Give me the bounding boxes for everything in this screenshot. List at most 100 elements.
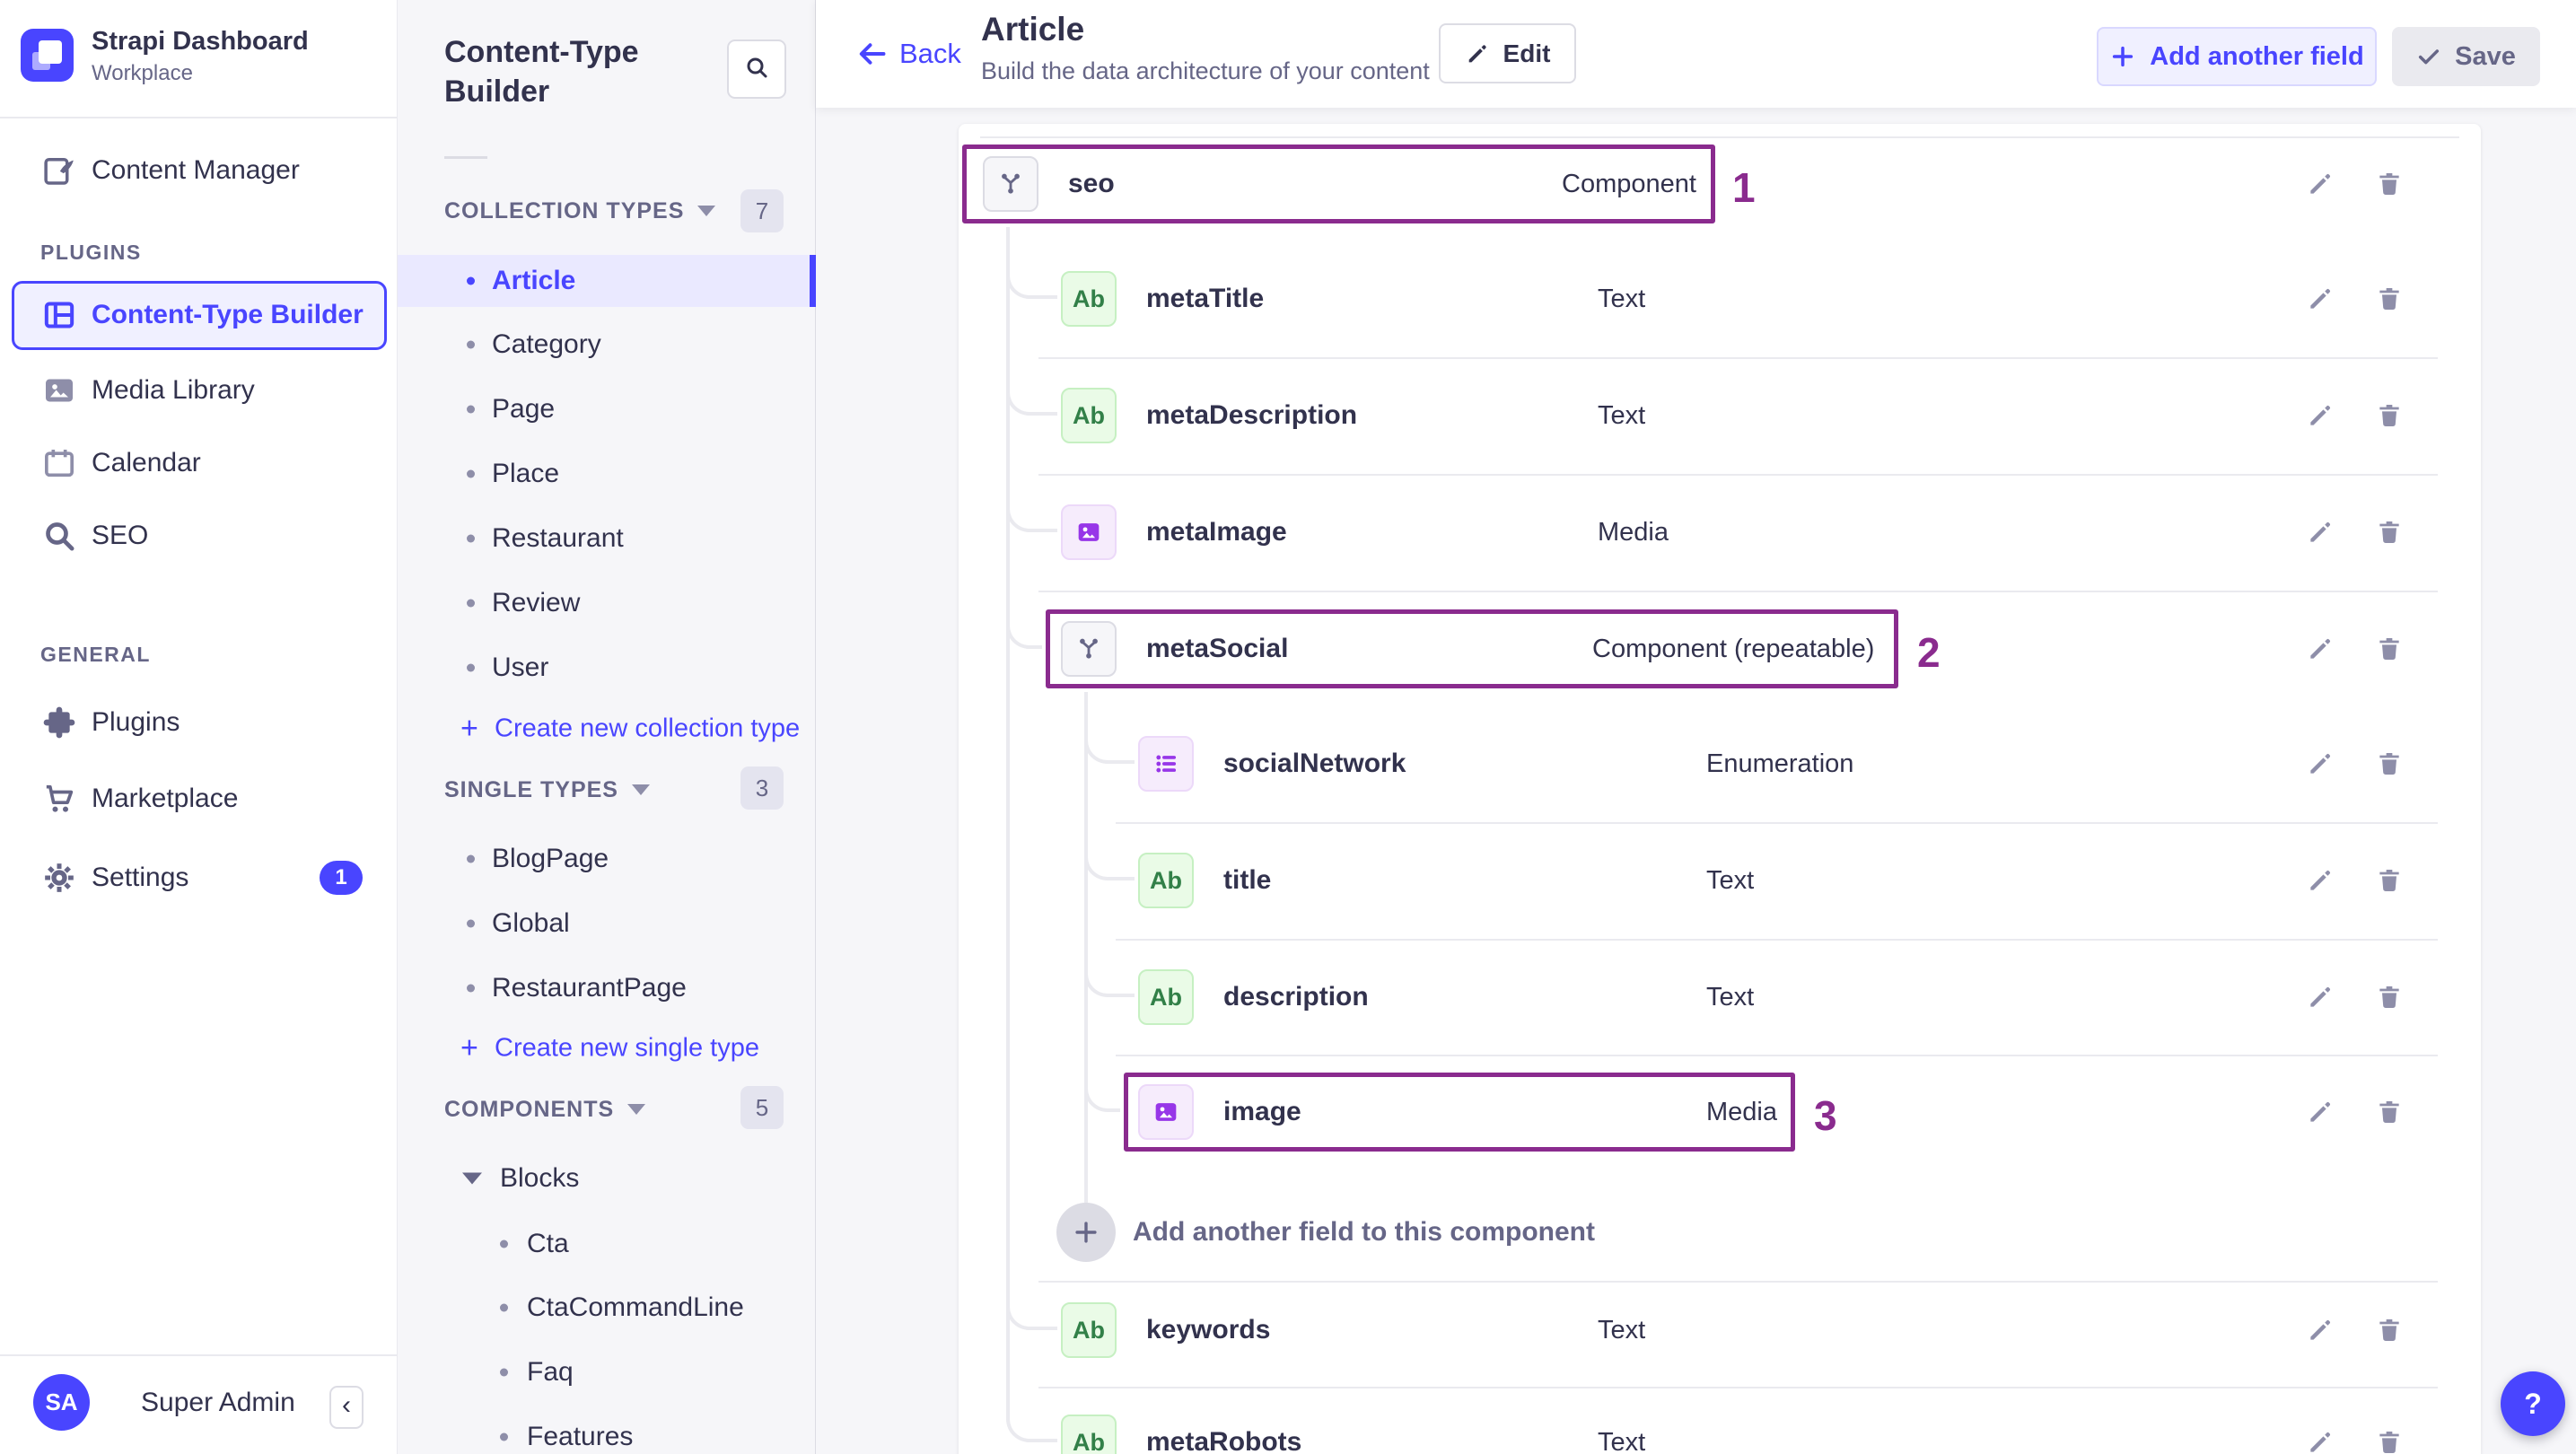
component-ctacommandline[interactable]: CtaCommandLine [398,1282,816,1334]
trash-icon [2379,288,2399,310]
save-button[interactable]: Save [2392,27,2540,86]
collection-type-user[interactable]: User [398,642,816,694]
add-component-field-button[interactable] [1056,1203,1116,1262]
add-component-field-label[interactable]: Add another field to this component [1133,1217,1595,1248]
edit-label: Edit [1503,39,1551,67]
edit-field-button[interactable] [2300,977,2340,1017]
edit-field-button[interactable] [2300,164,2340,204]
pencil-icon [2310,754,2330,774]
section-heading-label: SINGLE TYPES [444,776,618,802]
collapse-sidebar-button[interactable]: ‹ [329,1386,364,1429]
bullet-icon [467,534,475,543]
text-field-icon: Ab [1061,388,1117,443]
item-label: RestaurantPage [492,973,687,1003]
list-top-border [980,136,2459,138]
create-collection-type-link[interactable]: + Create new collection type [398,703,816,755]
general-section-heading: GENERAL [40,643,151,666]
sidebar-item-label: Calendar [92,448,201,477]
component-faq[interactable]: Faq [398,1346,816,1398]
sidebar-item-calendar[interactable]: Calendar [0,427,398,499]
delete-field-button[interactable] [2370,512,2409,552]
delete-field-button[interactable] [2370,164,2409,204]
row-divider [1038,591,2438,592]
components-heading[interactable]: COMPONENTS [444,1089,646,1130]
edit-field-button[interactable] [2300,396,2340,435]
plus-icon: + [460,711,478,746]
bullet-icon [500,1432,508,1441]
bullet-icon [500,1239,508,1248]
chevron-down-icon [631,784,650,795]
sidebar-item-label: Marketplace [92,784,239,813]
edit-button[interactable]: Edit [1439,23,1576,83]
add-another-field-button[interactable]: Add another field [2097,27,2377,86]
edit-field-button[interactable] [2300,629,2340,669]
edit-field-button[interactable] [2300,1423,2340,1454]
item-label: Global [492,908,570,938]
sidebar-item-media-library[interactable]: Media Library [0,355,398,426]
collection-types-heading[interactable]: COLLECTION TYPES [444,190,716,232]
single-type-global[interactable]: Global [398,898,816,950]
edit-field-button[interactable] [2300,512,2340,552]
sidebar-item-content-manager[interactable]: Content Manager [0,135,398,206]
edit-field-button[interactable] [2300,1092,2340,1132]
field-name: metaSocial [1146,634,1289,663]
active-indicator [810,255,816,307]
create-single-type-link[interactable]: + Create new single type [398,1022,816,1074]
delete-field-button[interactable] [2370,1310,2409,1350]
field-row-image: image Media [959,1073,2481,1152]
save-label: Save [2455,41,2516,71]
single-type-blogpage[interactable]: BlogPage [398,833,816,885]
field-type: Media [1706,1098,1777,1126]
sidebar-item-label: Media Library [92,375,255,405]
search-button[interactable] [727,39,786,99]
edit-field-button[interactable] [2300,1310,2340,1350]
edit-field-button[interactable] [2300,744,2340,784]
plus-icon: + [460,1030,478,1065]
delete-field-button[interactable] [2370,279,2409,319]
chevron-down-icon [462,1172,482,1185]
sidebar-item-marketplace[interactable]: Marketplace [0,763,398,835]
section-heading-label: COMPONENTS [444,1096,615,1122]
row-divider [1038,474,2438,476]
item-label: Cta [527,1229,569,1258]
component-cta[interactable]: Cta [398,1218,816,1270]
search-icon [743,54,770,85]
delete-field-button[interactable] [2370,1423,2409,1454]
collection-type-category[interactable]: Category [398,319,816,371]
collection-type-restaurant[interactable]: Restaurant [398,512,816,565]
edit-field-button[interactable] [2300,279,2340,319]
collection-type-review[interactable]: Review [398,577,816,629]
pencil-icon [2310,406,2330,425]
delete-field-button[interactable] [2370,977,2409,1017]
back-link[interactable]: Back [855,38,961,70]
avatar[interactable]: SA [33,1374,90,1431]
add-field-label: Add another field [2150,41,2364,71]
delete-field-button[interactable] [2370,396,2409,435]
pencil-icon [1468,44,1486,62]
delete-field-button[interactable] [2370,629,2409,669]
sidebar-item-plugins[interactable]: Plugins [0,687,398,758]
collection-type-place[interactable]: Place [398,448,816,500]
help-button[interactable]: ? [2501,1371,2565,1436]
delete-field-button[interactable] [2370,1092,2409,1132]
collection-type-article[interactable]: Article [398,255,816,307]
action-label: Create new single type [495,1033,759,1063]
field-type: Component [1562,170,1696,198]
annotation-number-2: 2 [1917,629,1941,676]
sidebar-item-content-type-builder-content[interactable]: Content-Type Builder [0,279,398,351]
field-type: Text [1706,866,1755,895]
component-group-blocks[interactable]: Blocks [398,1152,816,1204]
single-types-heading[interactable]: SINGLE TYPES [444,769,650,810]
edit-field-button[interactable] [2300,861,2340,900]
delete-field-button[interactable] [2370,744,2409,784]
single-type-restaurantpage[interactable]: RestaurantPage [398,962,816,1014]
delete-field-button[interactable] [2370,861,2409,900]
trash-icon [2379,638,2399,660]
field-row-metaimage: metaImage Media [959,493,2481,572]
field-row-socialnetwork: socialNetwork Enumeration [959,724,2481,803]
text-field-icon: Ab [1061,1302,1117,1358]
component-features[interactable]: Features [398,1411,816,1454]
collection-type-page[interactable]: Page [398,383,816,435]
field-name: description [1223,982,1369,1012]
sidebar-item-seo[interactable]: SEO [0,500,398,572]
